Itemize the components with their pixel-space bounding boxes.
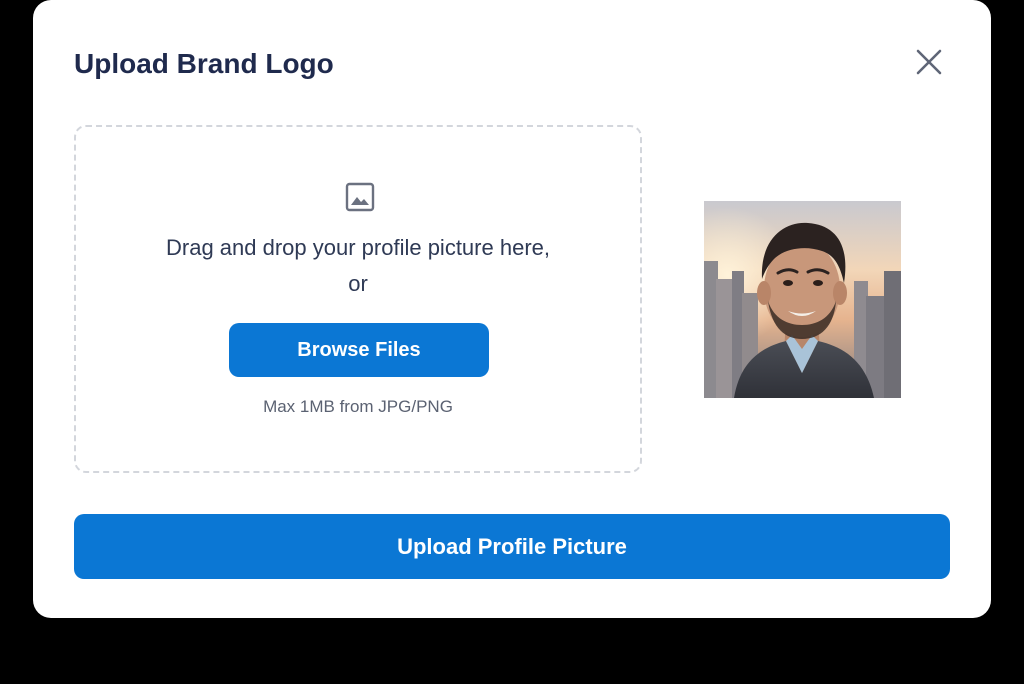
or-text: or <box>348 271 368 296</box>
profile-photo-preview <box>704 201 901 398</box>
upload-modal: Upload Brand Logo Drag and drop your pro… <box>33 0 991 618</box>
file-dropzone[interactable]: Drag and drop your profile picture here,… <box>74 125 642 473</box>
close-icon <box>916 49 942 75</box>
close-button[interactable] <box>911 44 947 80</box>
file-size-hint: Max 1MB from JPG/PNG <box>263 397 453 416</box>
browse-files-button[interactable]: Browse Files <box>229 323 489 377</box>
modal-title: Upload Brand Logo <box>74 48 334 79</box>
image-icon <box>345 182 375 212</box>
drag-drop-text: Drag and drop your profile picture here, <box>166 235 550 260</box>
profile-photo <box>704 201 901 398</box>
upload-profile-picture-button[interactable]: Upload Profile Picture <box>74 514 950 579</box>
